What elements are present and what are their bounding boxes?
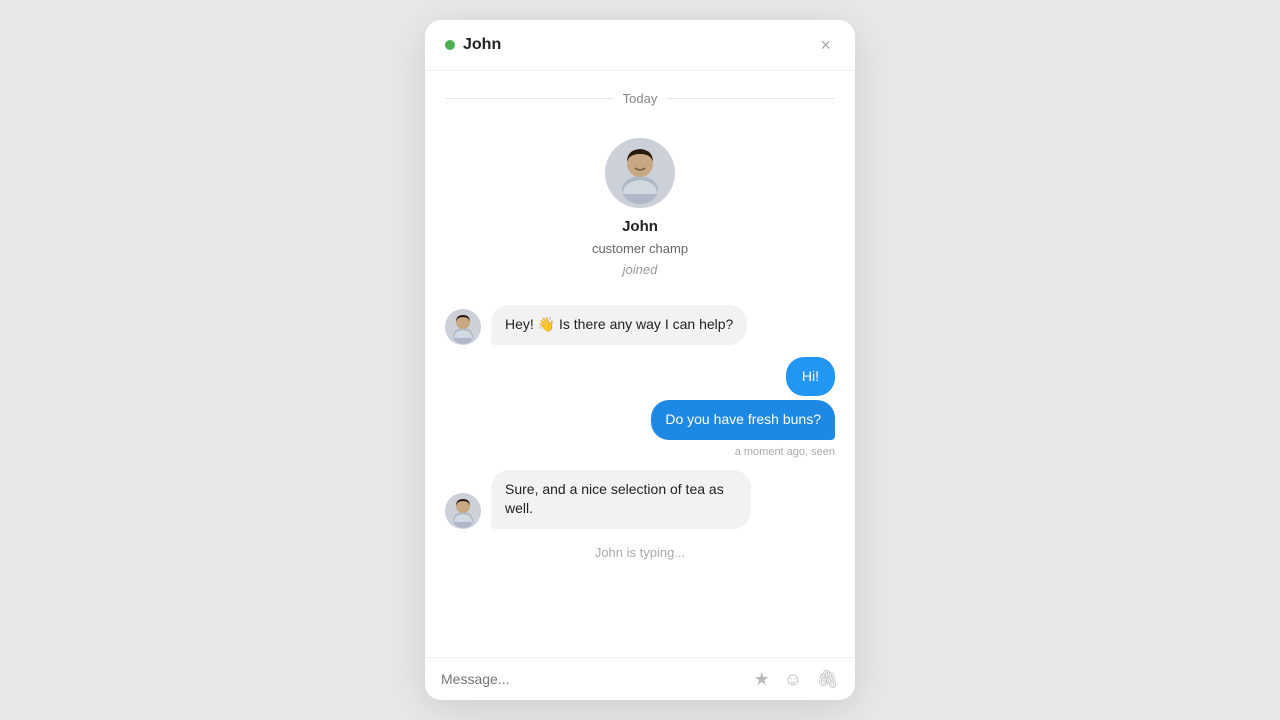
online-status-dot <box>445 40 455 50</box>
outgoing-group: Hi! Do you have fresh buns? a moment ago… <box>651 357 835 458</box>
message-row-outgoing: Hi! Do you have fresh buns? a moment ago… <box>445 357 835 458</box>
chat-footer: ★ ☺ 🖇 <box>425 657 855 700</box>
close-button[interactable]: × <box>816 36 835 54</box>
message-input[interactable] <box>441 671 742 687</box>
bubble-incoming-1: Hey! 👋 Is there any way I can help? <box>491 305 747 345</box>
bubble-outgoing-buns: Do you have fresh buns? <box>651 400 835 440</box>
join-card: John customer champ joined <box>445 138 835 277</box>
chat-contact-name: John <box>463 36 501 54</box>
message-meta: a moment ago, seen <box>735 446 835 458</box>
attach-icon-button[interactable]: 🖇 <box>816 670 839 688</box>
message-text-2: Sure, and a nice selection of tea as wel… <box>505 481 724 517</box>
bookmark-icon-button[interactable]: ★ <box>754 670 770 688</box>
header-left: John <box>445 36 501 54</box>
typing-indicator: John is typing... <box>445 541 835 568</box>
join-card-name: John <box>622 218 658 235</box>
join-card-action: joined <box>623 262 658 277</box>
message-text-1: Hey! 👋 Is there any way I can help? <box>505 316 733 332</box>
footer-icons: ★ ☺ 🖇 <box>754 670 839 688</box>
emoji-icon-button[interactable]: ☺ <box>784 670 802 688</box>
agent-avatar-2 <box>445 493 481 529</box>
date-divider-line-left <box>445 98 613 99</box>
message-row-incoming-1: Hey! 👋 Is there any way I can help? <box>445 305 835 345</box>
chat-window: John × Today <box>425 20 855 700</box>
message-row-incoming-2: Sure, and a nice selection of tea as wel… <box>445 470 835 529</box>
join-card-role: customer champ <box>592 241 688 256</box>
join-avatar <box>605 138 675 208</box>
message-text-hi: Hi! <box>802 368 819 384</box>
bubble-outgoing-hi: Hi! <box>786 357 835 397</box>
chat-header: John × <box>425 20 855 71</box>
date-divider-line-right <box>667 98 835 99</box>
date-divider: Today <box>445 91 835 106</box>
messages-area: Today Joh <box>425 71 855 657</box>
message-text-buns: Do you have fresh buns? <box>665 411 821 427</box>
bubble-incoming-2: Sure, and a nice selection of tea as wel… <box>491 470 751 529</box>
agent-avatar-1 <box>445 309 481 345</box>
date-divider-label: Today <box>623 91 658 106</box>
